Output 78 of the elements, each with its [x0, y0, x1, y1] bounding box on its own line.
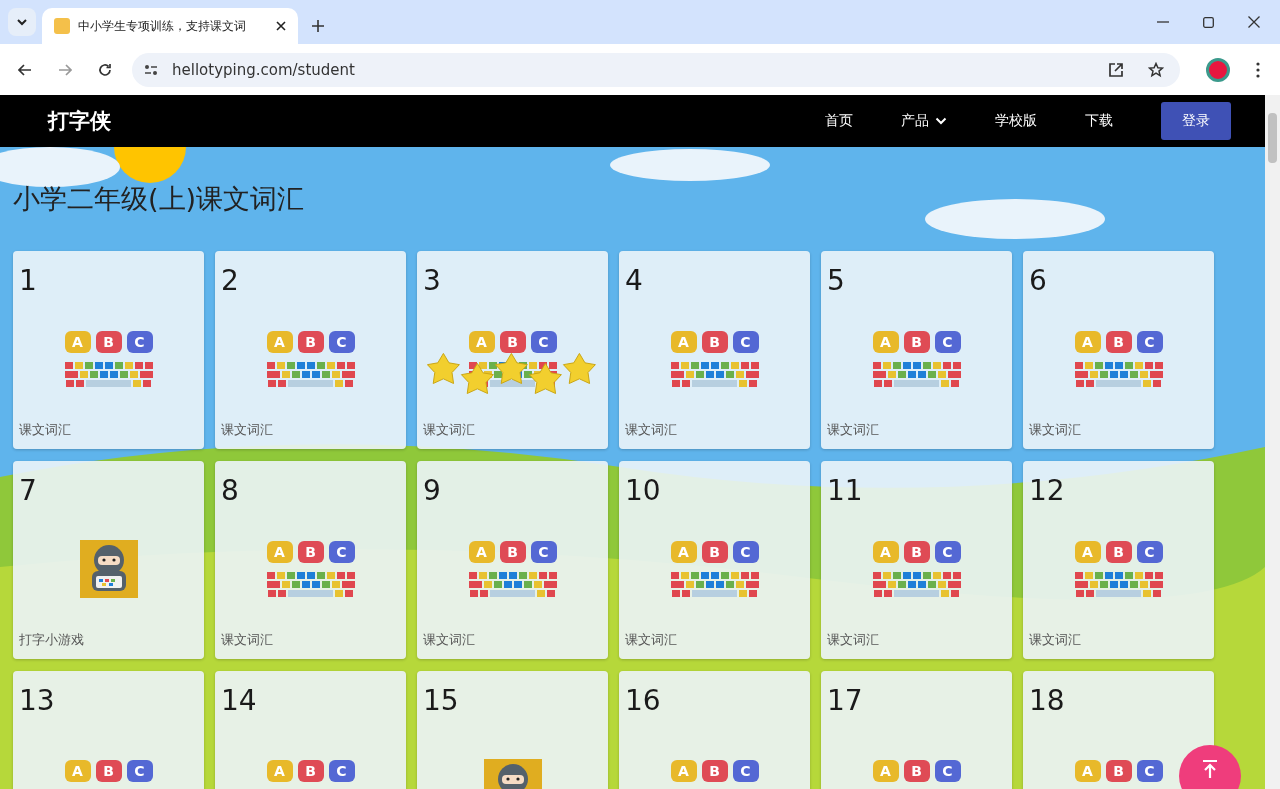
lesson-label: 课文词汇 [423, 631, 475, 649]
lesson-label: 课文词汇 [1029, 631, 1081, 649]
lesson-card[interactable]: 9 A B C 课文词汇 [417, 461, 608, 659]
ninja-game-icon [77, 538, 140, 600]
login-button[interactable]: 登录 [1161, 102, 1231, 140]
lesson-card[interactable]: 3 A B C 课文词汇 [417, 251, 608, 449]
lesson-card[interactable]: 14 A B C [215, 671, 406, 789]
lesson-number: 16 [625, 685, 661, 717]
chevron-down-icon [16, 18, 28, 26]
lesson-card[interactable]: 17 A B C [821, 671, 1012, 789]
page-title: 小学二年级(上)课文词汇 [13, 187, 306, 211]
lesson-card[interactable]: 1 A B C 课文词汇 [13, 251, 204, 449]
lesson-label: 课文词汇 [625, 631, 677, 649]
lesson-number: 11 [827, 475, 863, 507]
lesson-label: 课文词汇 [1029, 421, 1081, 439]
lesson-number: 17 [827, 685, 863, 717]
url-text: hellotyping.com/student [172, 60, 355, 79]
forward-icon[interactable] [58, 63, 72, 76]
lesson-number: 9 [423, 475, 441, 507]
browser-tab[interactable]: 中小学生专项训练，支持课文词 [42, 8, 298, 44]
lesson-label: 课文词汇 [221, 631, 273, 649]
lesson-number: 6 [1029, 265, 1047, 297]
open-external-icon[interactable] [1108, 61, 1124, 78]
lesson-card[interactable]: 12 A B C 课文词汇 [1023, 461, 1214, 659]
lesson-number: 3 [423, 265, 441, 297]
nav-link[interactable]: 产品 [901, 112, 947, 130]
nav-link[interactable]: 下载 [1085, 112, 1113, 130]
lesson-label: 课文词汇 [221, 421, 273, 439]
nav-link[interactable]: 首页 [825, 112, 853, 130]
scrollbar[interactable] [1265, 95, 1280, 789]
lesson-number: 5 [827, 265, 845, 297]
nav-link[interactable]: 学校版 [995, 112, 1037, 130]
site-favicon-icon [54, 18, 70, 34]
new-tab-icon[interactable] [312, 20, 324, 32]
lesson-label: 课文词汇 [423, 421, 475, 439]
bookmark-star-icon[interactable] [1148, 61, 1164, 78]
lesson-number: 1 [19, 265, 37, 297]
profile-avatar-icon[interactable] [1206, 57, 1230, 82]
lesson-label: 课文词汇 [827, 631, 879, 649]
lesson-number: 13 [19, 685, 55, 717]
arrow-up-icon [1202, 759, 1218, 779]
lesson-number: 12 [1029, 475, 1065, 507]
lesson-card[interactable]: 8 A B C 课文词汇 [215, 461, 406, 659]
lesson-number: 2 [221, 265, 239, 297]
lesson-card[interactable]: 10 A B C 课文词汇 [619, 461, 810, 659]
lesson-label: 课文词汇 [625, 421, 677, 439]
back-icon[interactable] [18, 63, 32, 76]
lesson-number: 10 [625, 475, 661, 507]
lesson-card[interactable]: 5 A B C 课文词汇 [821, 251, 1012, 449]
lesson-card[interactable]: 4 A B C 课文词汇 [619, 251, 810, 449]
lesson-number: 14 [221, 685, 257, 717]
lesson-card[interactable]: 2 A B C 课文词汇 [215, 251, 406, 449]
lesson-card[interactable]: 15 [417, 671, 608, 789]
lesson-label: 课文词汇 [19, 421, 71, 439]
site-logo[interactable]: 打字侠 [48, 107, 111, 135]
lesson-label: 课文词汇 [827, 421, 879, 439]
lesson-card[interactable]: 6 A B C 课文词汇 [1023, 251, 1214, 449]
lesson-label: 打字小游戏 [19, 631, 84, 649]
lesson-number: 8 [221, 475, 239, 507]
close-icon[interactable] [1248, 16, 1260, 28]
reload-icon[interactable] [98, 62, 112, 77]
maximize-icon[interactable] [1203, 16, 1214, 28]
lesson-card[interactable]: 7 打字小游戏 [13, 461, 204, 659]
address-bar[interactable]: hellotyping.com/student [132, 52, 1180, 87]
tab-list-button[interactable] [8, 8, 36, 36]
lesson-card[interactable]: 18 A B C [1023, 671, 1214, 789]
close-icon[interactable] [276, 21, 286, 31]
lesson-number: 18 [1029, 685, 1065, 717]
lesson-card[interactable]: 16 A B C [619, 671, 810, 789]
site-settings-icon[interactable] [144, 63, 158, 76]
sun-drawing [114, 147, 186, 183]
menu-icon[interactable] [1256, 61, 1260, 78]
lesson-card[interactable]: 11 A B C 课文词汇 [821, 461, 1012, 659]
lesson-card[interactable]: 13 A B C [13, 671, 204, 789]
lesson-number: 7 [19, 475, 37, 507]
tab-title: 中小学生专项训练，支持课文词 [78, 17, 247, 35]
lesson-number: 15 [423, 685, 459, 717]
lesson-number: 4 [625, 265, 643, 297]
